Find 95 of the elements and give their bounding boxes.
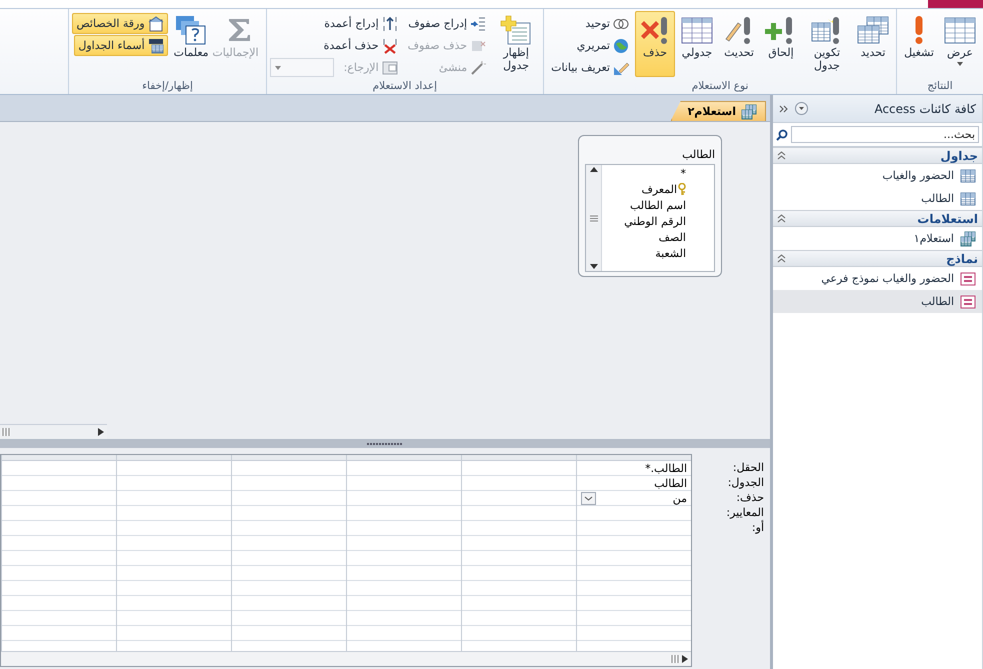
collapse-icon	[777, 151, 786, 160]
table-box[interactable]: الطالب * المعرف اسم الطالب الرقم الوطني الصف الشعبة	[578, 135, 722, 277]
group-header[interactable]: استعلامات	[773, 210, 982, 227]
scrollbar[interactable]	[1, 651, 691, 666]
ribbon-button[interactable]: عرض	[940, 11, 980, 77]
ribbon-button[interactable]: معلمات	[170, 11, 213, 77]
scrollbar[interactable]	[586, 165, 602, 271]
item-label: الطالب	[921, 295, 954, 308]
item-label: استعلام١	[914, 232, 954, 245]
field-name[interactable]: *	[602, 165, 686, 181]
search-field[interactable]: بحث...	[791, 126, 979, 143]
row-label: المعايير:	[725, 505, 764, 520]
item-label: الحضور والغياب نموذج فرعي	[821, 272, 954, 285]
ribbon-button[interactable]: إدراج صفوف	[404, 13, 490, 34]
group-label: إظهار/إخفاء	[141, 80, 194, 94]
ribbon-button[interactable]: تمريري	[572, 35, 633, 56]
row-label: أو:	[750, 520, 764, 535]
exclamation-icon	[915, 15, 923, 45]
ribbon-button[interactable]: أسماء الجداول	[74, 35, 168, 56]
grip-icon	[2, 428, 10, 436]
grid-icon	[681, 15, 713, 45]
group-header[interactable]: جداول	[773, 147, 982, 164]
delete-column-icon	[382, 38, 398, 54]
ribbon-button[interactable]: إلحاق	[761, 11, 801, 77]
grip-icon	[671, 655, 679, 663]
row-label: الحقل:	[732, 460, 764, 475]
grid-cell[interactable]: الطالب.*	[577, 461, 691, 476]
row-label: حذف:	[735, 490, 764, 505]
form-icon	[960, 294, 976, 310]
file-tab[interactable]	[928, 0, 983, 8]
return-icon	[382, 60, 398, 76]
field-name[interactable]: المعرف	[602, 181, 686, 197]
ribbon-button[interactable]: حذف أعمدة	[320, 35, 402, 56]
collapse-icon	[777, 214, 786, 223]
dropdown-button-icon	[581, 492, 596, 504]
pane-title: كافة كائنات Access	[873, 102, 976, 116]
ribbon-button[interactable]: تعريف بيانات	[547, 57, 633, 78]
ribbon-button[interactable]: تشغيل	[900, 11, 938, 77]
field-name[interactable]: الرقم الوطني	[602, 213, 686, 229]
down-arrow-icon	[588, 263, 598, 271]
nav-item[interactable]: استعلام١	[773, 227, 982, 250]
row-label: الجدول:	[726, 475, 764, 490]
ribbon-button[interactable]: تحديد	[853, 11, 893, 77]
ribbon-button[interactable]: جدولي	[677, 11, 717, 77]
group-label: نوع الاستعلام	[690, 80, 750, 94]
question-window-icon	[175, 15, 208, 45]
right-arrow-icon	[97, 427, 105, 437]
query-icon	[960, 230, 976, 246]
dropdown-icon	[795, 102, 808, 115]
collapse-icon	[779, 104, 789, 114]
collapse-icon	[777, 254, 786, 263]
globe-icon	[613, 38, 629, 54]
search-icon	[776, 128, 788, 140]
grid-cell[interactable]: من	[577, 491, 691, 506]
form-icon	[960, 270, 976, 286]
item-label: الطالب	[921, 192, 954, 205]
property-sheet-icon	[148, 16, 164, 32]
table-icon	[960, 190, 976, 206]
caret-icon	[274, 66, 281, 70]
table-names-icon	[148, 38, 164, 54]
table-plus-icon	[500, 15, 532, 45]
nav-item[interactable]: الطالب	[773, 290, 982, 313]
wand-icon	[470, 60, 486, 76]
ribbon-button[interactable]: توحيد	[581, 13, 633, 34]
nav-item[interactable]: الحضور والغياب	[773, 164, 982, 187]
group-label: إعداد الاستعلام	[372, 80, 438, 94]
ribbon-button[interactable]: ورقة الخصائص	[72, 13, 168, 34]
nav-item[interactable]: الحضور والغياب نموذج فرعي	[773, 267, 982, 290]
ribbon-button[interactable]: تكوين جدول	[803, 11, 851, 77]
ribbon-button[interactable]: حذف	[635, 11, 675, 77]
table-icon	[944, 15, 976, 45]
up-arrow-icon	[588, 165, 598, 173]
ribbon-button[interactable]: تحديث	[719, 11, 759, 77]
item-label: الحضور والغياب	[882, 169, 954, 182]
key-icon	[678, 183, 686, 195]
right-arrow-icon	[681, 654, 689, 664]
insert-rows-icon	[470, 16, 486, 32]
query-icon	[741, 104, 757, 120]
scrollbar[interactable]	[0, 424, 107, 439]
tables-icon	[857, 15, 889, 45]
table-title: الطالب	[681, 148, 715, 161]
field-name[interactable]: اسم الطالب	[602, 197, 686, 213]
nav-item[interactable]: الطالب	[773, 187, 982, 210]
field-name[interactable]: الشعبة	[602, 245, 686, 261]
group-label: النتائج	[926, 80, 954, 94]
ribbon-button[interactable]: إظهار جدول	[492, 11, 540, 77]
document-tab[interactable]: استعلام٢	[670, 101, 766, 121]
group-header[interactable]: نماذج	[773, 250, 982, 267]
grid-cell[interactable]: الطالب	[577, 476, 691, 491]
grip-icon	[367, 442, 403, 446]
table-icon	[960, 168, 976, 184]
grip-icon	[590, 214, 598, 222]
ribbon-button[interactable]: إدراج أعمدة	[320, 13, 402, 34]
field-name[interactable]: الصف	[602, 229, 686, 245]
insert-column-icon	[382, 16, 398, 32]
